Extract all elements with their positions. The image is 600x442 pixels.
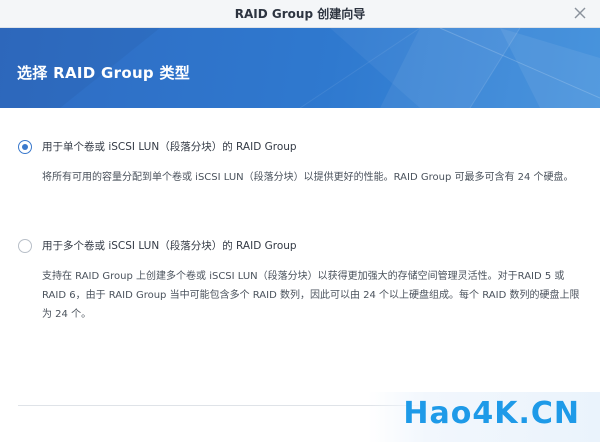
close-icon[interactable] (572, 5, 588, 21)
option-multiple-volumes: 用于多个卷或 iSCSI LUN（段落分块）的 RAID Group 支持在 R… (18, 238, 588, 324)
wizard-banner: 选择 RAID Group 类型 (0, 28, 600, 108)
option-multiple-volumes-row[interactable]: 用于多个卷或 iSCSI LUN（段落分块）的 RAID Group (18, 238, 588, 253)
watermark-text: Hao4K.CN (403, 396, 580, 431)
window-titlebar: RAID Group 创建向导 (0, 0, 600, 28)
option-single-volume-label: 用于单个卷或 iSCSI LUN（段落分块）的 RAID Group (42, 141, 297, 153)
watermark: Hao4K.CN (368, 392, 600, 442)
option-single-volume-description: 将所有可用的容量分配到单个卷或 iSCSI LUN（段落分块）以提供更好的性能。… (42, 172, 574, 183)
option-multiple-volumes-label: 用于多个卷或 iSCSI LUN（段落分块）的 RAID Group (42, 240, 297, 252)
option-single-volume-row[interactable]: 用于单个卷或 iSCSI LUN（段落分块）的 RAID Group (18, 139, 588, 154)
radio-single-volume[interactable] (18, 139, 32, 154)
option-single-volume: 用于单个卷或 iSCSI LUN（段落分块）的 RAID Group 将所有可用… (18, 139, 588, 187)
page-title: 选择 RAID Group 类型 (17, 64, 191, 82)
radio-multiple-volumes[interactable] (18, 238, 32, 253)
option-multiple-volumes-description: 支持在 RAID Group 上创建多个卷或 iSCSI LUN（段落分块）以获… (42, 271, 580, 320)
window-title: RAID Group 创建向导 (234, 7, 366, 21)
